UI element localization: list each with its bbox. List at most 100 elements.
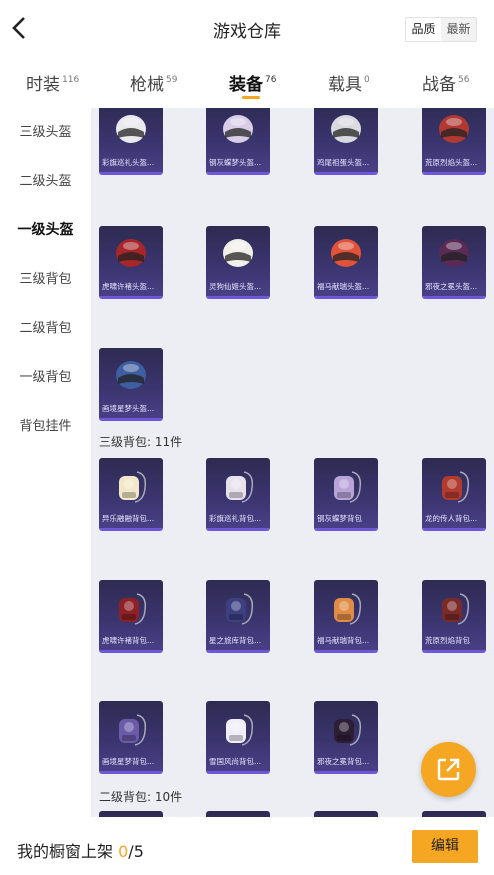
helmet-icon: [116, 115, 146, 143]
helmet-icon: [116, 361, 146, 389]
bottom-bar: 我的橱窗上架 0/5 编辑: [0, 817, 494, 875]
section-header-backpack-lv3: 三级背包: 11件: [99, 435, 183, 449]
helmet-card[interactable]: 彩旗巡礼头盔...: [99, 108, 163, 175]
tab-label: 战备: [422, 75, 456, 95]
backpack-icon: [119, 593, 147, 625]
sidebar-item-pendant[interactable]: 背包挂件: [0, 402, 91, 451]
helmet-card[interactable]: 灵狗仙姬头盔...: [206, 226, 270, 299]
helmet-icon: [331, 115, 361, 143]
helmet-icon: [439, 115, 469, 143]
item-name: 彩旗巡礼背包...: [209, 514, 262, 523]
item-name: 龙的传人背包...: [425, 514, 478, 523]
active-tab-indicator: [242, 96, 260, 99]
tab-equipment[interactable]: 装备 76: [229, 70, 276, 95]
item-name: 福马献瑞背包...: [317, 636, 370, 645]
backpack-icon: [119, 471, 147, 503]
helmet-icon: [223, 115, 253, 143]
backpack-card[interactable]: 福马献瑞背包...: [314, 580, 378, 653]
backpack-card[interactable]: 星之旅库背包...: [206, 580, 270, 653]
backpack-card[interactable]: 异乐融融背包...: [99, 458, 163, 531]
helmet-card[interactable]: 画境星梦头盔...: [99, 348, 163, 421]
helmet-icon: [439, 239, 469, 267]
tab-count: 0: [364, 75, 370, 85]
tab-count: 59: [166, 75, 178, 85]
shelf-label: 我的橱窗上架: [17, 842, 114, 861]
sidebar-item-helmet-lv2[interactable]: 二级头盔: [0, 157, 91, 206]
backpack-icon: [334, 714, 362, 746]
item-name: 雪国风尚背包...: [209, 757, 262, 766]
item-name: 邪夜之冕背包...: [317, 757, 370, 766]
tab-label: 载具: [328, 75, 362, 95]
tab-label: 枪械: [130, 75, 164, 95]
sidebar-item-helmet-lv1[interactable]: 一级头盔: [0, 206, 91, 255]
shelf-status: 我的橱窗上架 0/5: [17, 838, 144, 862]
backpack-card[interactable]: 虎啸许褚背包...: [99, 580, 163, 653]
helmet-card[interactable]: 虎啸许褚头盔...: [99, 226, 163, 299]
item-grid: 三级背包: 11件 二级背包: 10件 彩旗巡礼头盔... 钢灰蝶梦头盔... 鸡尾…: [91, 108, 494, 817]
header: 游戏仓库 品质 最新: [0, 0, 494, 58]
backpack-icon: [334, 471, 362, 503]
sidebar-item-backpack-lv2[interactable]: 二级背包: [0, 304, 91, 353]
item-name: 钢灰蝶梦背包: [317, 514, 362, 523]
backpack-icon: [119, 714, 147, 746]
sidebar-item-backpack-lv3[interactable]: 三级背包: [0, 255, 91, 304]
item-name: 星之旅库背包...: [209, 636, 262, 645]
helmet-card[interactable]: 邪夜之冕头盔...: [422, 226, 486, 299]
tab-count: 56: [458, 75, 470, 85]
section-header-backpack-lv2: 二级背包: 10件: [99, 790, 183, 804]
backpack-card[interactable]: 荒原烈焰背包: [422, 580, 486, 653]
tab-fashion[interactable]: 时装 116: [26, 70, 79, 95]
sidebar-item-backpack-lv1[interactable]: 一级背包: [0, 353, 91, 402]
item-name: 画境星梦头盔...: [102, 404, 155, 413]
sidebar-item-helmet-lv3[interactable]: 三级头盔: [0, 108, 91, 157]
item-name: 虎啸许褚头盔...: [102, 282, 155, 291]
backpack-card[interactable]: 钢灰蝶梦背包: [314, 458, 378, 531]
helmet-icon: [331, 239, 361, 267]
helmet-icon: [223, 239, 253, 267]
backpack-card[interactable]: 龙的传人背包...: [422, 458, 486, 531]
helmet-card[interactable]: 钢灰蝶梦头盔...: [206, 108, 270, 175]
item-name: 虎啸许褚背包...: [102, 636, 155, 645]
backpack-icon: [442, 593, 470, 625]
backpack-card[interactable]: 画境星梦背包...: [99, 701, 163, 774]
item-name: 灵狗仙姬头盔...: [209, 282, 262, 291]
sort-newest-button[interactable]: 最新: [441, 18, 476, 41]
backpack-card[interactable]: 雪国风尚背包...: [206, 701, 270, 774]
share-icon: [437, 758, 460, 781]
helmet-card[interactable]: 福马献瑞头盔...: [314, 226, 378, 299]
tab-label: 装备: [229, 75, 263, 95]
shelf-count: 0: [118, 842, 129, 861]
item-name: 邪夜之冕头盔...: [425, 282, 478, 291]
sort-quality-button[interactable]: 品质: [406, 18, 441, 41]
item-name: 画境星梦背包...: [102, 757, 155, 766]
sort-toggle: 品质 最新: [405, 17, 477, 42]
item-name: 荒原烈焰头盔...: [425, 158, 478, 167]
helmet-icon: [116, 239, 146, 267]
tab-vehicles[interactable]: 载具 0: [328, 70, 370, 95]
helmet-card[interactable]: 鸡尾祖蛋头盔...: [314, 108, 378, 175]
backpack-icon: [334, 593, 362, 625]
backpack-icon: [442, 471, 470, 503]
helmet-card[interactable]: 荒原烈焰头盔...: [422, 108, 486, 175]
item-name: 异乐融融背包...: [102, 514, 155, 523]
item-name: 钢灰蝶梦头盔...: [209, 158, 262, 167]
item-name: 荒原烈焰背包: [425, 636, 470, 645]
share-button[interactable]: [421, 742, 476, 797]
tab-supplies[interactable]: 战备 56: [422, 70, 469, 95]
shelf-total: /5: [128, 842, 144, 861]
backpack-icon: [226, 471, 254, 503]
backpack-card[interactable]: 邪夜之冕背包...: [314, 701, 378, 774]
backpack-card[interactable]: 彩旗巡礼背包...: [206, 458, 270, 531]
tab-label: 时装: [26, 75, 60, 95]
backpack-icon: [226, 593, 254, 625]
backpack-icon: [226, 714, 254, 746]
item-name: 鸡尾祖蛋头盔...: [317, 158, 370, 167]
sidebar: 三级头盔 二级头盔 一级头盔 三级背包 二级背包 一级背包 背包挂件: [0, 108, 91, 817]
item-name: 福马献瑞头盔...: [317, 282, 370, 291]
warehouse-page: 游戏仓库 品质 最新 时装 116 枪械 59 装备 76 载具 0 战备 56 三级头盔…: [0, 0, 494, 875]
tab-count: 116: [62, 75, 80, 85]
edit-button[interactable]: 编辑: [412, 830, 478, 863]
tab-weapons[interactable]: 枪械 59: [130, 70, 177, 95]
tab-count: 76: [265, 75, 277, 85]
item-name: 彩旗巡礼头盔...: [102, 158, 155, 167]
